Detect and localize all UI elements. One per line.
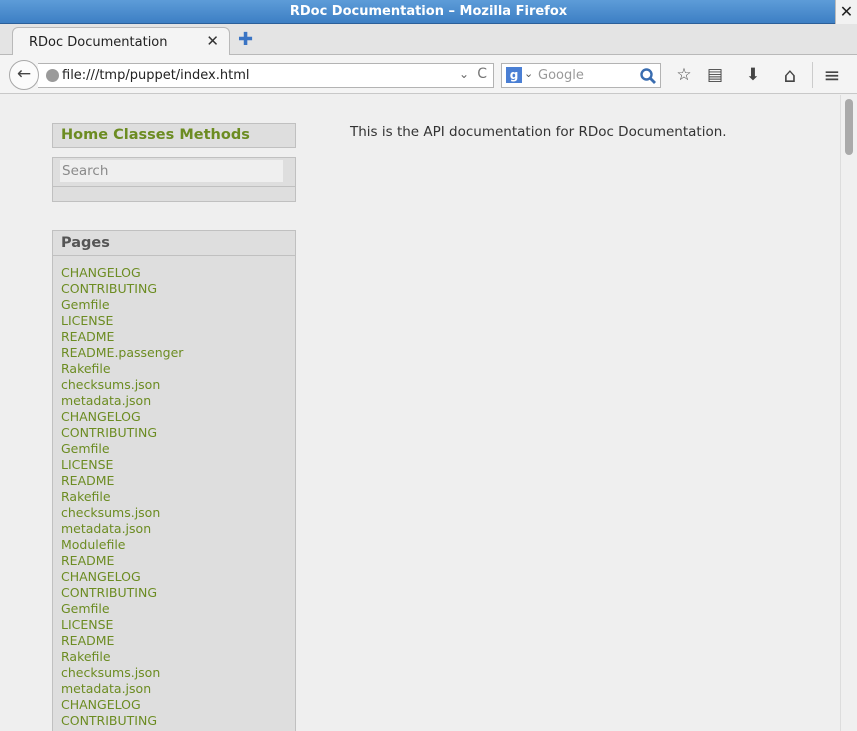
toolbar-separator (812, 62, 813, 88)
reading-list-icon[interactable]: ▤ (704, 64, 726, 86)
nav-classes-link[interactable]: Classes (113, 127, 174, 143)
page-link[interactable]: CHANGELOG (61, 409, 295, 425)
globe-icon (46, 69, 59, 82)
download-icon[interactable]: ⬇ (742, 64, 764, 86)
page-link[interactable]: Rakefile (61, 649, 295, 665)
url-history-dropdown-icon[interactable]: ⌄ (459, 67, 469, 81)
page-link[interactable]: Modulefile (61, 537, 295, 553)
page-link[interactable]: checksums.json (61, 665, 295, 681)
search-input[interactable] (60, 160, 283, 182)
search-divider (53, 186, 295, 187)
scrollbar-thumb[interactable] (845, 99, 853, 155)
reload-icon[interactable]: C (477, 66, 487, 82)
page-link[interactable]: README (61, 633, 295, 649)
page-link[interactable]: checksums.json (61, 505, 295, 521)
tab-label: RDoc Documentation (29, 35, 168, 50)
page-link[interactable]: checksums.json (61, 377, 295, 393)
page-link[interactable]: README (61, 329, 295, 345)
bookmark-star-icon[interactable]: ☆ (673, 64, 695, 86)
url-bar[interactable]: file:///tmp/puppet/index.html ⌄ C (38, 63, 494, 88)
google-engine-icon[interactable]: g (506, 67, 522, 83)
page-link[interactable]: metadata.json (61, 681, 295, 697)
nav-home-link[interactable]: Home (61, 127, 108, 143)
page-link[interactable]: CONTRIBUTING (61, 585, 295, 601)
page-link[interactable]: metadata.json (61, 521, 295, 537)
tab-rdoc-documentation[interactable]: RDoc Documentation ✕ (12, 27, 230, 56)
navigation-toolbar: file:///tmp/puppet/index.html ⌄ C ← g ⌄ … (0, 55, 857, 94)
page-link[interactable]: README.passenger (61, 345, 295, 361)
intro-text: This is the API documentation for RDoc D… (350, 124, 727, 140)
back-arrow-icon: ← (16, 64, 32, 84)
window-title: RDoc Documentation – Mozilla Firefox (289, 4, 568, 19)
page-link[interactable]: Gemfile (61, 601, 295, 617)
search-bar[interactable]: g ⌄ Google (501, 63, 661, 88)
page-link[interactable]: LICENSE (61, 617, 295, 633)
new-tab-icon[interactable]: ✚ (238, 29, 253, 50)
page-link[interactable]: CHANGELOG (61, 265, 295, 281)
page-link[interactable]: README (61, 473, 295, 489)
nav-methods-link[interactable]: Methods (179, 127, 250, 143)
page-link[interactable]: Rakefile (61, 489, 295, 505)
window-close-button[interactable]: ✕ (835, 0, 857, 24)
engine-dropdown-icon[interactable]: ⌄ (524, 67, 533, 80)
sidebar-search-box (52, 157, 296, 202)
pages-panel: Pages CHANGELOG CONTRIBUTING Gemfile LICENS… (52, 230, 296, 731)
page-link[interactable]: LICENSE (61, 457, 295, 473)
page-link[interactable]: CONTRIBUTING (61, 281, 295, 297)
page-link[interactable]: CONTRIBUTING (61, 425, 295, 441)
page-link[interactable]: Gemfile (61, 297, 295, 313)
home-icon[interactable]: ⌂ (779, 64, 801, 86)
tab-strip: RDoc Documentation ✕ ✚ (0, 24, 857, 56)
window-titlebar: RDoc Documentation – Mozilla Firefox ✕ (0, 0, 857, 24)
pages-list: CHANGELOG CONTRIBUTING Gemfile LICENSE READM… (53, 256, 295, 729)
url-text[interactable]: file:///tmp/puppet/index.html (62, 68, 250, 83)
menu-icon[interactable]: ≡ (821, 64, 843, 86)
page-link[interactable]: metadata.json (61, 393, 295, 409)
page-link[interactable]: README (61, 553, 295, 569)
vertical-scrollbar[interactable] (840, 95, 857, 731)
page-link[interactable]: LICENSE (61, 313, 295, 329)
magnifier-icon[interactable] (639, 67, 657, 85)
tab-close-icon[interactable]: ✕ (206, 32, 219, 50)
back-button[interactable]: ← (9, 60, 39, 90)
page-link[interactable]: Gemfile (61, 441, 295, 457)
page-link[interactable]: Rakefile (61, 361, 295, 377)
page-link[interactable]: CONTRIBUTING (61, 713, 295, 729)
page-content: Home Classes Methods Pages CHANGELOGCONT… (0, 95, 840, 731)
page-link[interactable]: CHANGELOG (61, 697, 295, 713)
search-placeholder[interactable]: Google (538, 68, 584, 83)
sidebar-nav: Home Classes Methods (52, 123, 296, 148)
pages-heading: Pages (53, 231, 295, 256)
page-link[interactable]: CHANGELOG (61, 569, 295, 585)
